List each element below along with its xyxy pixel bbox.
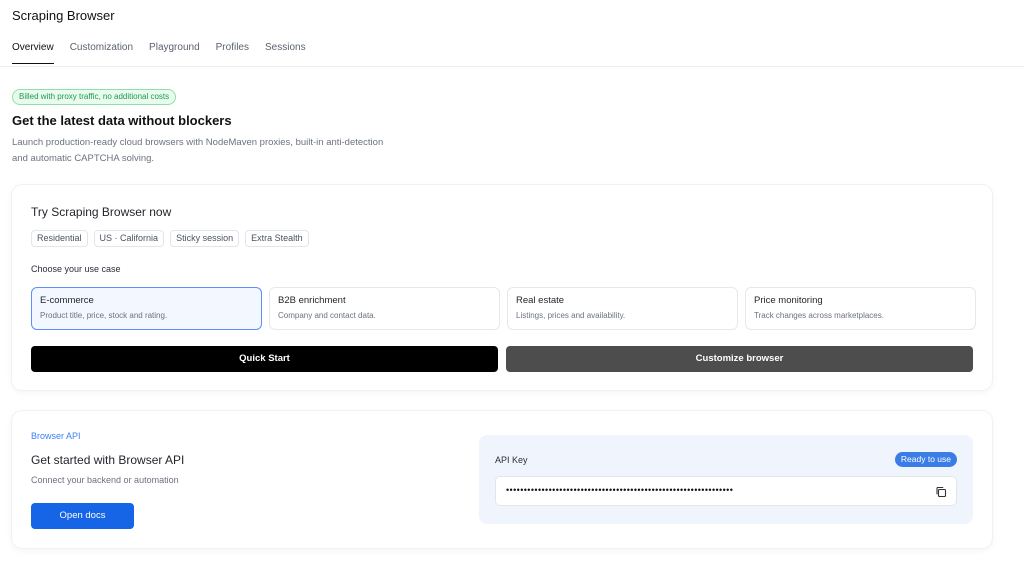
- chip-location: US · California: [93, 230, 165, 247]
- tab-bar: Overview Customization Playground Profil…: [12, 42, 322, 64]
- browser-api-card: Browser API Get started with Browser API…: [12, 411, 992, 548]
- use-case-desc: Product title, price, stock and rating.: [40, 311, 168, 320]
- open-docs-button[interactable]: Open docs: [31, 503, 134, 529]
- hero-title: Get the latest data without blockers: [12, 113, 232, 128]
- api-key-value: ••••••••••••••••••••••••••••••••••••••••…: [506, 485, 734, 495]
- use-case-desc: Company and contact data.: [278, 311, 376, 320]
- copy-icon[interactable]: [935, 486, 947, 498]
- browser-api-title: Get started with Browser API: [31, 453, 185, 467]
- config-chips: Residential US · California Sticky sessi…: [31, 230, 309, 247]
- use-case-desc: Track changes across marketplaces.: [754, 311, 884, 320]
- action-buttons: Quick Start Customize browser: [31, 346, 973, 372]
- chip-residential: Residential: [31, 230, 88, 247]
- use-case-real-estate[interactable]: Real estate Listings, prices and availab…: [507, 287, 738, 330]
- tab-customization[interactable]: Customization: [70, 42, 133, 64]
- use-case-label: Choose your use case: [31, 264, 121, 274]
- customize-browser-button[interactable]: Customize browser: [506, 346, 973, 372]
- use-case-title: Real estate: [516, 295, 565, 306]
- use-case-ecommerce[interactable]: E-commerce Product title, price, stock a…: [31, 287, 262, 330]
- quick-start-button[interactable]: Quick Start: [31, 346, 498, 372]
- page-title: Scraping Browser: [12, 8, 115, 23]
- use-case-price-monitoring[interactable]: Price monitoring Track changes across ma…: [745, 287, 976, 330]
- tab-playground[interactable]: Playground: [149, 42, 200, 64]
- hero-description-line: and automatic CAPTCHA solving.: [12, 153, 155, 164]
- hero-description: Launch production-ready cloud browsers w…: [12, 135, 422, 167]
- hero-description-line: Launch production-ready cloud browsers w…: [12, 137, 384, 148]
- use-case-b2b-enrichment[interactable]: B2B enrichment Company and contact data.: [269, 287, 500, 330]
- tab-profiles[interactable]: Profiles: [216, 42, 249, 64]
- try-scraping-card: Try Scraping Browser now Residential US …: [12, 185, 992, 390]
- tab-overview[interactable]: Overview: [12, 42, 54, 64]
- try-card-title: Try Scraping Browser now: [31, 205, 172, 219]
- tab-sessions[interactable]: Sessions: [265, 42, 306, 64]
- use-case-title: E-commerce: [40, 295, 94, 306]
- tabs-divider: [0, 66, 1024, 67]
- billing-badge: Billed with proxy traffic, no additional…: [12, 89, 177, 105]
- api-key-label: API Key: [495, 455, 528, 465]
- use-case-desc: Listings, prices and availability.: [516, 311, 626, 320]
- chip-extra-stealth: Extra Stealth: [245, 230, 309, 247]
- browser-api-tag: Browser API: [31, 431, 81, 441]
- api-key-field[interactable]: ••••••••••••••••••••••••••••••••••••••••…: [495, 476, 957, 506]
- use-case-grid: E-commerce Product title, price, stock a…: [31, 287, 976, 330]
- use-case-title: Price monitoring: [754, 295, 823, 306]
- chip-sticky-session: Sticky session: [170, 230, 240, 247]
- status-badge: Ready to use: [894, 452, 957, 467]
- browser-api-subtitle: Connect your backend or automation: [31, 475, 179, 485]
- use-case-title: B2B enrichment: [278, 295, 346, 306]
- api-key-panel: API Key Ready to use •••••••••••••••••••…: [479, 435, 973, 524]
